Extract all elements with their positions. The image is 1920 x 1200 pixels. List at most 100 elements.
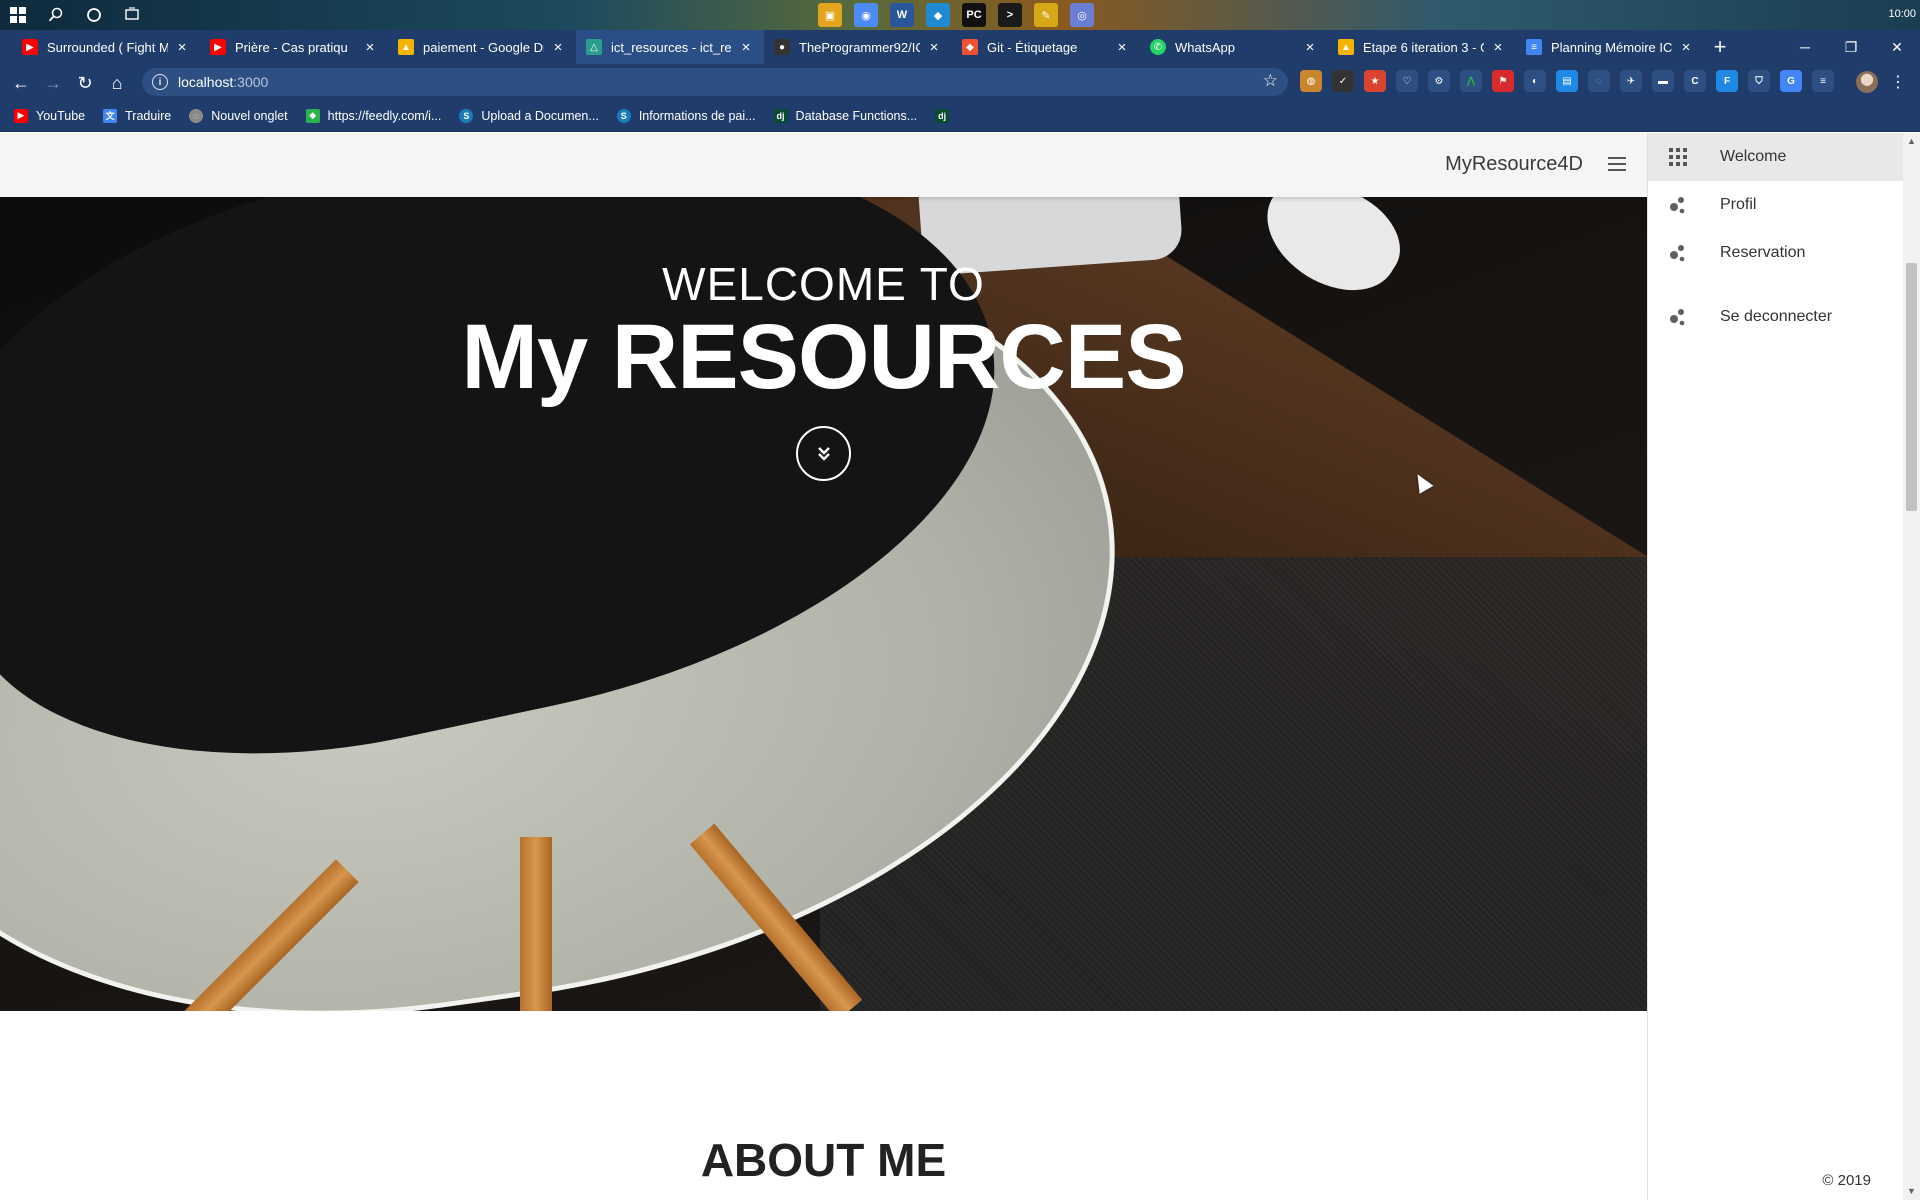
drawer-item-reservation[interactable]: Reservation xyxy=(1648,229,1904,277)
media-icon[interactable]: ≡ xyxy=(1812,70,1834,92)
address-bar[interactable]: i localhost:3000 ☆ xyxy=(142,68,1288,96)
extension-icon[interactable]: ▤ xyxy=(1556,70,1578,92)
chrome-icon[interactable]: ◉ xyxy=(854,3,878,27)
drawer-item-label: Se deconnecter xyxy=(1720,308,1833,325)
url-host: localhost xyxy=(178,74,234,90)
tab-whatsapp[interactable]: ✆ WhatsApp × xyxy=(1140,30,1328,64)
menu-icon[interactable] xyxy=(1607,154,1627,174)
drawer-item-welcome[interactable]: Welcome xyxy=(1648,133,1904,181)
extension-icon[interactable]: ▬ xyxy=(1652,70,1674,92)
extension-icon[interactable]: ◌ xyxy=(1588,70,1610,92)
minimize-button[interactable]: ─ xyxy=(1782,30,1828,64)
extension-icon[interactable]: ◍ xyxy=(1300,70,1322,92)
close-icon[interactable]: × xyxy=(362,39,378,56)
vscode-icon[interactable]: ◆ xyxy=(926,3,950,27)
tab-paiement[interactable]: ▲ paiement - Google Driv × xyxy=(388,30,576,64)
shield-icon[interactable]: ⛉ xyxy=(1748,70,1770,92)
extension-icon[interactable]: ⋀ xyxy=(1460,70,1482,92)
info-icon[interactable]: i xyxy=(152,74,168,90)
home-icon[interactable]: ⌂ xyxy=(106,72,128,94)
tab-label: Git - Étiquetage xyxy=(987,39,1078,55)
page-scrollbar[interactable]: ▲ ▼ xyxy=(1903,133,1920,1200)
browser-toolbar: ← → ↻ ⌂ i localhost:3000 ☆ ◍ ✓ ★ ♡ ⚙ ⋀ ⚑… xyxy=(0,64,1920,100)
tab-label: paiement - Google Driv xyxy=(423,39,544,55)
window-close-button[interactable]: ✕ xyxy=(1874,30,1920,64)
bookmark-django[interactable]: dj xyxy=(935,108,957,123)
tab-surrounded[interactable]: ▶ Surrounded ( Fight My × xyxy=(12,30,200,64)
scroll-down-arrow-icon[interactable]: ▼ xyxy=(1903,1183,1920,1200)
pocket-icon[interactable]: ♡ xyxy=(1396,70,1418,92)
drawer-item-label: Reservation xyxy=(1720,244,1806,261)
bookmark-upload[interactable]: S Upload a Documen... xyxy=(459,108,599,123)
close-icon[interactable]: × xyxy=(1114,39,1130,56)
file-explorer-icon[interactable]: ▣ xyxy=(818,3,842,27)
bookmark-label: Traduire xyxy=(125,108,172,123)
windows-start-icon[interactable] xyxy=(8,5,28,25)
extension-icon[interactable]: ⚑ xyxy=(1492,70,1514,92)
tab-label: Planning Mémoire ICT xyxy=(1551,39,1672,55)
new-tab-button[interactable]: + xyxy=(1708,30,1732,64)
bookmark-label: https://feedly.com/i... xyxy=(327,108,442,123)
google-drive-icon: ▲ xyxy=(398,39,414,55)
extension-icon[interactable]: ✓ xyxy=(1332,70,1354,92)
bookmark-database-functions[interactable]: dj Database Functions... xyxy=(773,108,917,123)
extension-icon[interactable]: C xyxy=(1684,70,1706,92)
back-arrow-icon[interactable]: ← xyxy=(10,72,32,94)
more-menu-icon[interactable]: ⋮ xyxy=(1890,72,1906,92)
task-view-icon[interactable] xyxy=(122,5,142,25)
terminal-icon[interactable]: > xyxy=(998,3,1022,27)
gear-icon[interactable]: ⚙ xyxy=(1428,70,1450,92)
close-icon[interactable]: × xyxy=(174,39,190,56)
brand-title[interactable]: MyResource4D xyxy=(1445,153,1583,176)
drawer-item-se-deconnecter[interactable]: Se deconnecter xyxy=(1648,293,1904,341)
forward-arrow-icon[interactable]: → xyxy=(42,72,64,94)
extension-icon[interactable]: ◐ xyxy=(1524,70,1546,92)
close-icon[interactable]: × xyxy=(738,39,754,56)
bubble-chart-icon xyxy=(1666,241,1690,265)
scroll-down-button[interactable] xyxy=(796,426,851,481)
tab-priere[interactable]: ▶ Prière - Cas pratiqu × xyxy=(200,30,388,64)
bookmark-nouvel-onglet[interactable]: ◌ Nouvel onglet xyxy=(189,108,288,123)
tab-git[interactable]: ◆ Git - Étiquetage × xyxy=(952,30,1140,64)
bookmark-youtube[interactable]: ▶ YouTube xyxy=(14,108,85,123)
close-icon[interactable]: × xyxy=(550,39,566,56)
close-icon[interactable]: × xyxy=(926,39,942,56)
extension-icon[interactable]: ★ xyxy=(1364,70,1386,92)
tab-planning[interactable]: ≡ Planning Mémoire ICT × xyxy=(1516,30,1704,64)
tab-github[interactable]: ● TheProgrammer92/ICT × xyxy=(764,30,952,64)
app-bar: MyResource4D xyxy=(0,133,1647,197)
search-icon[interactable] xyxy=(46,5,66,25)
bookmark-traduire[interactable]: 文 Traduire xyxy=(103,108,172,123)
pycharm-icon[interactable]: PC xyxy=(962,3,986,27)
tab-label: WhatsApp xyxy=(1175,39,1235,55)
discord-icon[interactable]: ◎ xyxy=(1070,3,1094,27)
scroll-up-arrow-icon[interactable]: ▲ xyxy=(1903,133,1920,150)
avatar[interactable] xyxy=(1856,71,1878,93)
scrollbar-thumb[interactable] xyxy=(1906,263,1917,511)
tab-label: ict_resources - ict_resou xyxy=(611,39,732,55)
about-title: ABOUT ME xyxy=(700,1134,947,1186)
github-icon: ● xyxy=(774,39,790,55)
tab-ict-resources[interactable]: △ ict_resources - ict_resou × xyxy=(576,30,764,64)
notepad-icon[interactable]: ✎ xyxy=(1034,3,1058,27)
cortana-icon[interactable] xyxy=(84,5,104,25)
restore-button[interactable]: ❐ xyxy=(1828,30,1874,64)
url-port: :3000 xyxy=(233,74,269,90)
bookmark-label: Informations de pai... xyxy=(638,108,756,123)
bookmark-star-icon[interactable]: ☆ xyxy=(1263,71,1278,91)
translate-icon[interactable]: G xyxy=(1780,70,1802,92)
word-icon[interactable]: W xyxy=(890,3,914,27)
scribd-icon: S xyxy=(459,108,474,123)
drawer-item-profil[interactable]: Profil xyxy=(1648,181,1904,229)
reload-icon[interactable]: ↻ xyxy=(74,72,96,94)
extension-icon[interactable]: ✈ xyxy=(1620,70,1642,92)
close-icon[interactable]: × xyxy=(1302,39,1318,56)
extension-icon[interactable]: F xyxy=(1716,70,1738,92)
whatsapp-icon: ✆ xyxy=(1150,39,1166,55)
tab-etape[interactable]: ▲ Etape 6 iteration 3 - Go × xyxy=(1328,30,1516,64)
taskbar-clock: 10:00 xyxy=(1888,8,1916,20)
bookmark-informations[interactable]: S Informations de pai... xyxy=(616,108,756,123)
close-icon[interactable]: × xyxy=(1490,39,1506,56)
bookmark-feedly[interactable]: ◆ https://feedly.com/i... xyxy=(305,108,442,123)
close-icon[interactable]: × xyxy=(1678,39,1694,56)
